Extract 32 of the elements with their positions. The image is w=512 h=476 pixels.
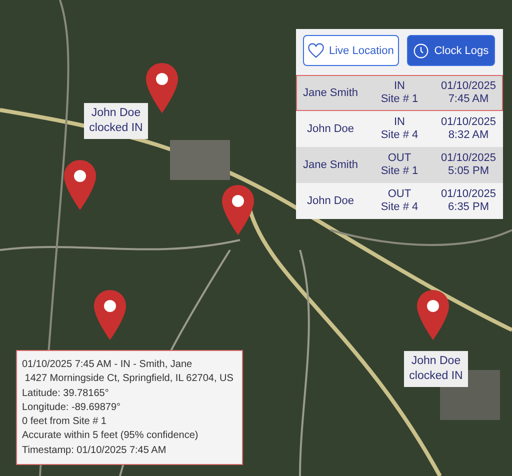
clock-datetime: 01/10/2025 5:05 PM	[440, 152, 498, 178]
detail-text: Timestamp: 01/10/2025 7:45 AM	[22, 444, 168, 458]
map-pin-icon[interactable]	[222, 185, 254, 235]
detail-text: Latitude: 39.78165°	[22, 386, 110, 401]
clock-log-row[interactable]: Jane Smith OUT Site # 1 01/10/2025 5:05 PM	[296, 147, 503, 183]
clock-direction: OUT Site # 1	[380, 152, 420, 178]
detail-text: Longitude: -89.69879°	[22, 400, 122, 415]
detail-text: 01/10/2025 7:45 AM - IN - Smith, Jane	[22, 358, 194, 372]
detail-text: Accurate within 5 feet (95% confidence)	[22, 429, 200, 444]
clock-direction: OUT Site # 4	[380, 188, 420, 214]
map-label: John Doe clocked IN	[84, 103, 148, 139]
detail-text: 1427 Morningside Ct, Springfield, IL 62704, US	[24, 372, 234, 386]
clock-direction: IN Site # 4	[380, 116, 420, 142]
map-pin-icon[interactable]	[417, 290, 449, 340]
clock-datetime: 01/10/2025 6:35 PM	[440, 188, 498, 214]
map-label: John Doe clocked IN	[404, 351, 468, 387]
map-pin-icon[interactable]	[64, 160, 96, 210]
clock-direction: IN Site # 1	[380, 80, 420, 106]
clock-log-row[interactable]: Jane Smith IN Site # 1 01/10/2025 7:45 AM	[296, 75, 503, 111]
clock-datetime: 01/10/2025 8:32 AM	[440, 116, 498, 142]
employee-name: Jane Smith	[302, 86, 360, 100]
heart-icon	[308, 43, 324, 58]
clock-logs-button[interactable]: Clock Logs	[406, 35, 495, 66]
clock-datetime: 01/10/2025 7:45 AM	[440, 80, 498, 106]
live-location-button[interactable]: Live Location	[303, 35, 399, 66]
employee-name: Jane Smith	[302, 158, 360, 172]
employee-name: John Doe	[306, 194, 356, 208]
map-pin-icon[interactable]	[146, 63, 178, 113]
employee-name: John Doe	[306, 122, 356, 136]
detail-text: 0 feet from Site # 1	[22, 415, 108, 430]
clock-icon	[413, 42, 430, 58]
map-pin-icon[interactable]	[94, 290, 126, 340]
